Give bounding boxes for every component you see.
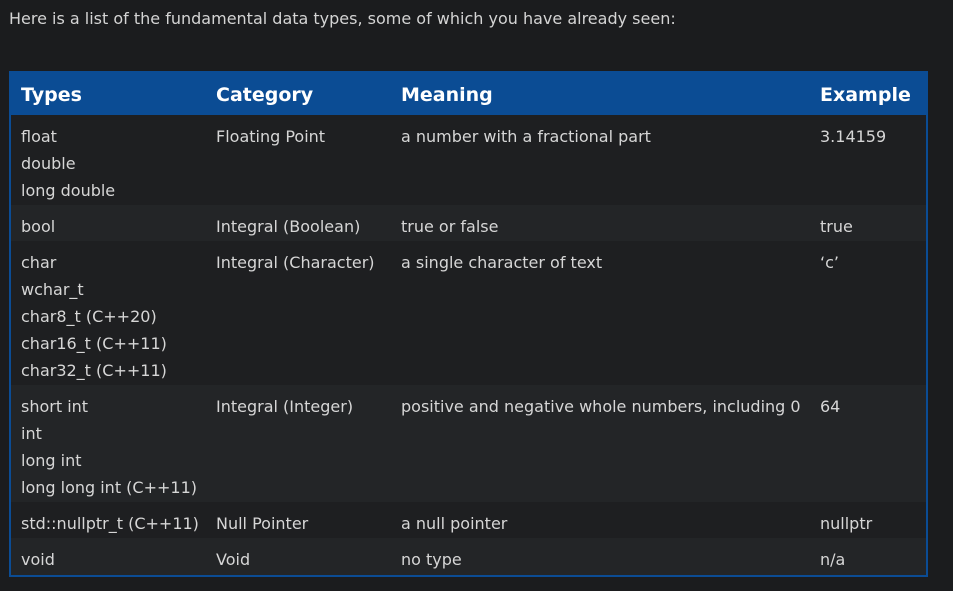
category-cell: Floating Point bbox=[216, 127, 326, 146]
meaning-cell: a null pointer bbox=[401, 514, 508, 533]
meaning-cell: true or false bbox=[401, 217, 499, 236]
category-cell: Integral (Boolean) bbox=[216, 217, 361, 236]
header-types: Types bbox=[21, 84, 82, 106]
type-name: short int bbox=[21, 397, 89, 416]
meaning-cell: no type bbox=[401, 550, 462, 569]
example-cell: ‘c’ bbox=[820, 253, 839, 272]
example-cell: n/a bbox=[820, 550, 846, 569]
type-name: bool bbox=[21, 217, 56, 236]
table-row: bool Integral (Boolean) true or false tr… bbox=[11, 205, 926, 241]
types-cell: std::nullptr_t (C++11) bbox=[21, 510, 199, 537]
category-cell: Integral (Integer) bbox=[216, 397, 354, 416]
type-name: std::nullptr_t (C++11) bbox=[21, 514, 199, 533]
meaning-cell: a number with a fractional part bbox=[401, 127, 651, 146]
type-name: long long int (C++11) bbox=[21, 478, 198, 497]
types-cell: float double long double bbox=[21, 123, 115, 204]
type-name: double bbox=[21, 154, 76, 173]
meaning-cell: positive and negative whole numbers, inc… bbox=[401, 397, 801, 416]
type-name: void bbox=[21, 550, 55, 569]
table-row: std::nullptr_t (C++11) Null Pointer a nu… bbox=[11, 502, 926, 538]
header-example: Example bbox=[820, 84, 911, 106]
header-category: Category bbox=[216, 84, 314, 106]
example-cell: 64 bbox=[820, 397, 841, 416]
category-cell: Void bbox=[216, 550, 251, 569]
type-name: char bbox=[21, 253, 57, 272]
table-row: short int int long int long long int (C+… bbox=[11, 385, 926, 502]
type-name: float bbox=[21, 127, 57, 146]
table-row: float double long double Floating Point … bbox=[11, 115, 926, 205]
example-cell: true bbox=[820, 217, 853, 236]
data-types-table: Types Category Meaning Example float dou… bbox=[9, 71, 928, 577]
table-row: char wchar_t char8_t (C++20) char16_t (C… bbox=[11, 241, 926, 385]
types-cell: bool bbox=[21, 213, 55, 240]
types-cell: void bbox=[21, 546, 55, 573]
type-name: char32_t (C++11) bbox=[21, 361, 167, 380]
type-name: char16_t (C++11) bbox=[21, 334, 167, 353]
category-cell: Null Pointer bbox=[216, 514, 309, 533]
type-name: char8_t (C++20) bbox=[21, 307, 157, 326]
table-header: Types Category Meaning Example bbox=[11, 73, 926, 115]
table-row: void Void no type n/a bbox=[11, 538, 926, 575]
type-name: int bbox=[21, 424, 42, 443]
category-cell: Integral (Character) bbox=[216, 253, 375, 272]
type-name: long int bbox=[21, 451, 82, 470]
type-name: wchar_t bbox=[21, 280, 84, 299]
types-cell: char wchar_t char8_t (C++20) char16_t (C… bbox=[21, 249, 167, 384]
intro-text: Here is a list of the fundamental data t… bbox=[9, 9, 676, 28]
example-cell: 3.14159 bbox=[820, 127, 887, 146]
example-cell: nullptr bbox=[820, 514, 873, 533]
meaning-cell: a single character of text bbox=[401, 253, 603, 272]
header-meaning: Meaning bbox=[401, 84, 493, 106]
type-name: long double bbox=[21, 181, 116, 200]
types-cell: short int int long int long long int (C+… bbox=[21, 393, 197, 501]
